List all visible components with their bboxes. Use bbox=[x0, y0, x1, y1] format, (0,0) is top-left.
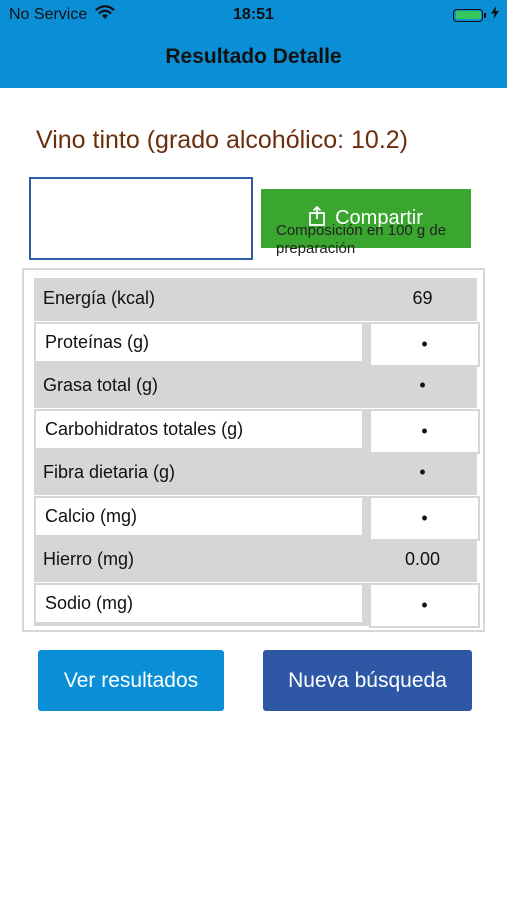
nutrient-label: Proteínas (g) bbox=[34, 322, 364, 363]
battery-level bbox=[455, 11, 481, 19]
nutrient-value: • bbox=[369, 583, 480, 628]
status-time: 18:51 bbox=[233, 6, 274, 23]
table-row: Calcio (mg) • bbox=[34, 496, 480, 541]
nutrient-value: 0.00 bbox=[404, 549, 441, 569]
table-row: Grasa total (g) • bbox=[34, 365, 477, 408]
result-detail-screen: No Service 18:51 Resultado Detalle Vino … bbox=[0, 0, 507, 900]
new-search-button[interactable]: Nueva búsqueda bbox=[263, 650, 472, 711]
nutrient-value: • bbox=[369, 322, 480, 367]
nutrient-value: • bbox=[369, 496, 480, 541]
table-row: Energía (kcal) 69 bbox=[34, 278, 477, 321]
nutrient-value: • bbox=[369, 409, 480, 454]
nutrient-label: Carbohidratos totales (g) bbox=[34, 409, 364, 450]
header-bar: No Service 18:51 Resultado Detalle bbox=[0, 0, 507, 88]
composition-note: Composición en 100 g de preparación bbox=[276, 222, 447, 257]
nutrient-label: Sodio (mg) bbox=[34, 583, 364, 624]
battery-tip bbox=[484, 12, 486, 18]
nutrient-value: 69 bbox=[412, 288, 433, 308]
charging-bolt-icon bbox=[491, 6, 499, 24]
nutrient-label: Fibra dietaria (g) bbox=[43, 462, 176, 482]
nutrient-label: Grasa total (g) bbox=[43, 375, 159, 395]
nutrient-value: • bbox=[419, 375, 426, 395]
table-row: Carbohidratos totales (g) • bbox=[34, 409, 480, 454]
nutrient-label: Energía (kcal) bbox=[43, 288, 156, 308]
table-row: Sodio (mg) • bbox=[34, 583, 480, 628]
page-title: Resultado Detalle bbox=[165, 45, 342, 68]
table-row: Proteínas (g) • bbox=[34, 322, 480, 367]
food-title: Vino tinto (grado alcohólico: 10.2) bbox=[36, 126, 408, 154]
status-right bbox=[453, 6, 499, 24]
nutrient-label: Calcio (mg) bbox=[34, 496, 364, 537]
table-row: Fibra dietaria (g) • bbox=[34, 452, 477, 495]
view-results-button[interactable]: Ver resultados bbox=[38, 650, 224, 711]
nutrient-value: • bbox=[419, 462, 426, 482]
table-row: Hierro (mg) 0.00 bbox=[34, 539, 477, 582]
notes-input-box[interactable] bbox=[29, 177, 253, 260]
battery-icon bbox=[453, 8, 483, 22]
nutrient-label: Hierro (mg) bbox=[43, 549, 135, 569]
nutrition-table: Energía (kcal) 69 Proteínas (g) • Grasa … bbox=[22, 268, 485, 632]
